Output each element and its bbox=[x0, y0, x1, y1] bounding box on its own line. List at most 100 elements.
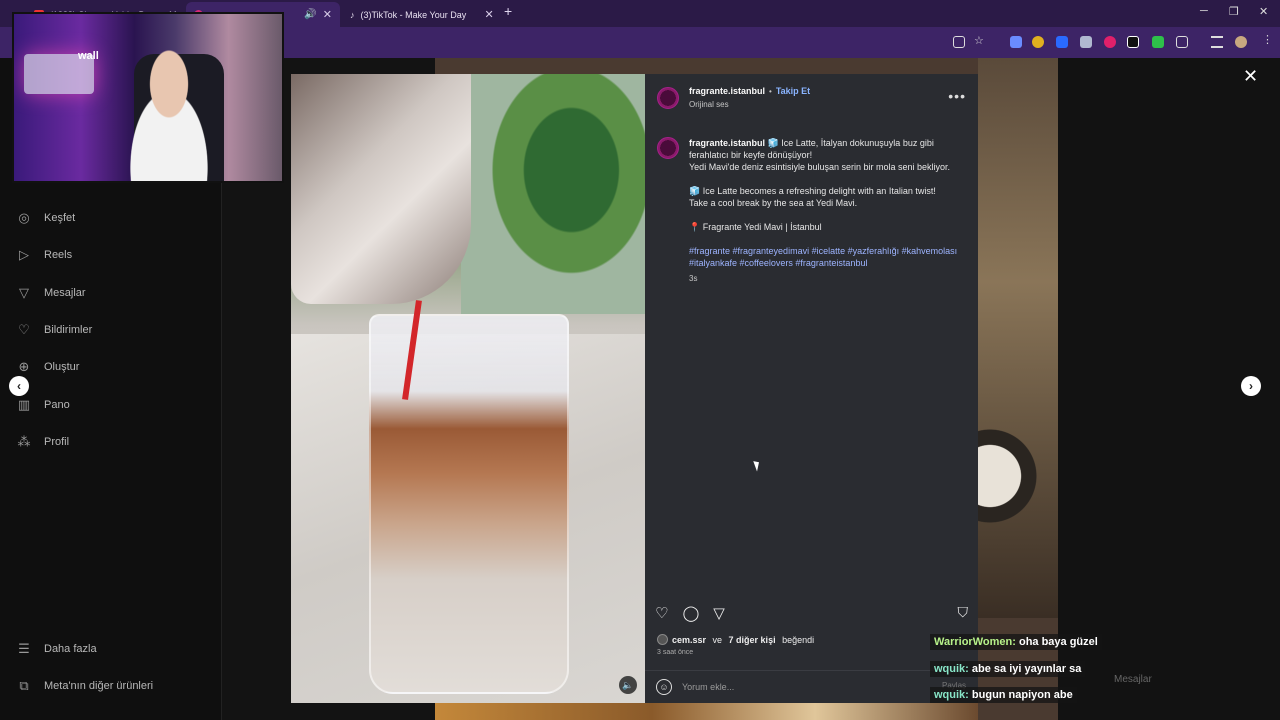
extension-icon[interactable] bbox=[1080, 36, 1092, 48]
likes-summary: cem.ssr ve 7 diğer kişi beğendi bbox=[657, 634, 814, 645]
likes-connector: ve bbox=[710, 634, 725, 645]
comment-input-row: ☺ Yorum ekle... bbox=[645, 670, 978, 703]
sidebar-item-label: Bildirimler bbox=[44, 324, 93, 336]
star-icon[interactable]: ☆ bbox=[974, 34, 986, 47]
post-actions: ♡ ◯ ▽ bbox=[655, 604, 725, 622]
background-plate-image bbox=[978, 416, 1038, 536]
post-caption: fragrante.istanbul 🧊 Ice Latte, İtalyan … bbox=[689, 137, 971, 297]
messages-button[interactable]: Mesajlar bbox=[1114, 674, 1152, 685]
likes-suffix: beğendi bbox=[779, 634, 815, 645]
caption-location: 📍 Fragrante Yedi Mavi | İstanbul bbox=[689, 222, 822, 232]
video-iced-latte-glass bbox=[369, 314, 569, 694]
plus-icon: ⊕ bbox=[18, 359, 30, 374]
sidebar-item-label: Reels bbox=[44, 249, 73, 261]
chat-username: wquik: bbox=[934, 689, 969, 701]
likes-others-link[interactable]: 7 diğer kişi bbox=[729, 635, 776, 645]
tiktok-favicon-icon: ♪ bbox=[350, 9, 355, 20]
post-header: fragrante.istanbul • Takip Et bbox=[689, 86, 810, 96]
more-options-icon[interactable]: ••• bbox=[948, 88, 966, 104]
extension-icon[interactable] bbox=[1010, 36, 1022, 48]
tab-close-icon[interactable]: ✕ bbox=[323, 8, 332, 21]
close-modal-icon[interactable]: ✕ bbox=[1243, 66, 1258, 87]
webcam-wall-logo: wall bbox=[78, 50, 99, 62]
meta-icon: ⧉ bbox=[19, 678, 29, 693]
sidebar-item-kesfet[interactable]: ◎ Keşfet bbox=[16, 210, 75, 226]
caption-text-tr2: Yedi Mavi'de deniz esintisiyle buluşan s… bbox=[689, 162, 951, 172]
separator-dot: • bbox=[769, 86, 772, 96]
follow-button[interactable]: Takip Et bbox=[776, 86, 810, 96]
previous-post-chevron-left-icon[interactable]: ‹ bbox=[9, 376, 29, 396]
mute-button[interactable]: 🔈 bbox=[619, 676, 637, 694]
audio-icon[interactable]: 🔊 bbox=[304, 9, 316, 20]
tab-label: (3)TikTok - Make Your Day bbox=[360, 9, 467, 20]
chat-username: wquik: bbox=[934, 663, 969, 675]
avatar[interactable] bbox=[1235, 36, 1247, 48]
reading-list-icon[interactable] bbox=[1211, 36, 1223, 48]
sidebar-item-meta[interactable]: ⧉ Meta'nın diğer ürünleri bbox=[16, 678, 153, 694]
audio-label[interactable]: Orijinal ses bbox=[689, 100, 729, 109]
next-post-chevron-right-icon[interactable]: › bbox=[1241, 376, 1261, 396]
avatar bbox=[657, 634, 668, 645]
like-heart-icon[interactable]: ♡ bbox=[655, 604, 668, 622]
new-tab-button[interactable]: + bbox=[504, 3, 512, 19]
likes-username-link[interactable]: cem.ssr bbox=[672, 635, 706, 645]
post-details-panel: fragrante.istanbul • Takip Et Orijinal s… bbox=[645, 74, 978, 703]
extension-icon[interactable] bbox=[1127, 36, 1139, 48]
chat-text: abe sa iyi yayınlar sa bbox=[971, 663, 1082, 675]
tab-tiktok[interactable]: ♪ (3)TikTok - Make Your Day ✕ bbox=[342, 2, 502, 27]
sidebar-item-reels[interactable]: ▷ Reels bbox=[16, 247, 72, 263]
comment-input[interactable]: Yorum ekle... bbox=[682, 682, 734, 692]
caption-hashtags[interactable]: #fragrante #fragranteyedimavi #icelatte … bbox=[689, 246, 957, 268]
minimize-button[interactable]: ─ bbox=[1200, 5, 1208, 17]
post-video[interactable]: 🔈 bbox=[291, 74, 645, 703]
video-pouring-pitcher bbox=[291, 74, 471, 304]
sidebar-item-label: Mesajlar bbox=[44, 287, 86, 299]
avatar[interactable] bbox=[657, 137, 679, 159]
avatar[interactable] bbox=[657, 87, 679, 109]
streamer-webcam: wall bbox=[12, 12, 284, 183]
sidebar-item-label: Profil bbox=[44, 436, 70, 448]
sidebar-item-label: Pano bbox=[44, 399, 70, 411]
chat-text: oha baya güzel bbox=[1018, 636, 1098, 648]
puzzle-icon[interactable] bbox=[1176, 36, 1188, 48]
share-send-icon[interactable]: ▽ bbox=[713, 604, 725, 622]
extension-icon[interactable] bbox=[1032, 36, 1044, 48]
maximize-button[interactable]: ❐ bbox=[1229, 5, 1239, 18]
sidebar-item-more[interactable]: ☰ Daha fazla bbox=[16, 641, 97, 657]
sidebar-item-label: Meta'nın diğer ürünleri bbox=[44, 680, 154, 692]
sidebar-item-label: Keşfet bbox=[44, 212, 76, 224]
caption-text-en2: Take a cool break by the sea at Yedi Mav… bbox=[689, 198, 858, 208]
video-plant-background bbox=[461, 74, 645, 314]
reels-icon: ▷ bbox=[19, 247, 29, 262]
shield-icon[interactable] bbox=[1056, 36, 1068, 48]
caption-timestamp: 3s bbox=[689, 274, 698, 283]
sidebar-item-profil[interactable]: ⁂ Profil bbox=[16, 434, 70, 450]
username-link[interactable]: fragrante.istanbul bbox=[689, 86, 765, 96]
post-timestamp: 3 saat önce bbox=[657, 649, 694, 656]
window-close-button[interactable]: ✕ bbox=[1259, 5, 1268, 18]
send-icon: ▽ bbox=[19, 285, 29, 300]
compass-icon: ◎ bbox=[18, 210, 30, 225]
comment-icon[interactable]: ◯ bbox=[682, 604, 699, 622]
caption-text-en: 🧊 Ice Latte becomes a refreshing delight… bbox=[689, 186, 936, 196]
caption-username-link[interactable]: fragrante.istanbul bbox=[689, 138, 765, 148]
bookmark-icon[interactable]: ⛉ bbox=[958, 604, 969, 621]
profile-icon: ⁂ bbox=[17, 434, 31, 449]
kebab-menu-icon[interactable]: ⋮ bbox=[1262, 33, 1274, 46]
extension-icon[interactable] bbox=[1104, 36, 1116, 48]
chat-text: bugun napiyon abe bbox=[971, 689, 1073, 701]
tab-close-icon[interactable]: ✕ bbox=[485, 8, 494, 21]
sidebar-item-bildirimler[interactable]: ♡ Bildirimler bbox=[16, 322, 92, 338]
chat-username: WarriorWomen: bbox=[934, 636, 1016, 648]
webcam-person bbox=[109, 49, 229, 181]
extension-icon[interactable] bbox=[1152, 36, 1164, 48]
chat-message: wquik: bugun napiyon abe bbox=[930, 687, 1077, 703]
sidebar-item-olustur[interactable]: ⊕ Oluştur bbox=[16, 359, 80, 375]
menu-icon: ☰ bbox=[18, 641, 30, 656]
sidebar-item-mesajlar[interactable]: ▽ Mesajlar bbox=[16, 285, 86, 301]
emoji-icon[interactable]: ☺ bbox=[656, 679, 672, 695]
background-post-image bbox=[435, 702, 978, 720]
cast-icon[interactable] bbox=[953, 36, 965, 48]
sidebar-item-label: Daha fazla bbox=[44, 643, 97, 655]
sidebar-item-pano[interactable]: ▥ Pano bbox=[16, 397, 70, 413]
